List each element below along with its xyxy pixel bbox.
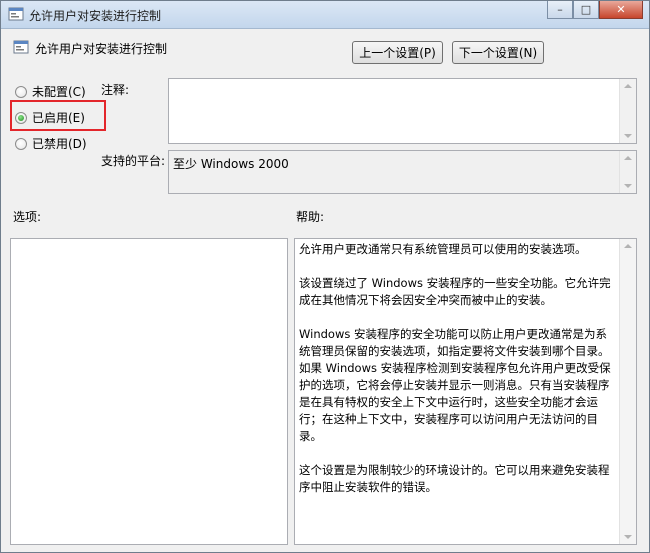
supported-platform-field: 至少 Windows 2000: [168, 150, 637, 194]
radio-button[interactable]: [15, 85, 27, 98]
help-text: 允许用户更改通常只有系统管理员可以使用的安装选项。 该设置绕过了 Windows…: [299, 241, 617, 513]
title-bar[interactable]: 允许用户对安装进行控制 – □ ✕: [1, 1, 649, 29]
maximize-button[interactable]: □: [573, 1, 599, 19]
help-pane[interactable]: 允许用户更改通常只有系统管理员可以使用的安装选项。 该设置绕过了 Windows…: [294, 238, 637, 545]
policy-window: 允许用户对安装进行控制 – □ ✕ 允许用户对安装进行控制 上一个设置(P) 下…: [0, 0, 650, 553]
help-paragraph: 该设置绕过了 Windows 安装程序的一些安全功能。它允许完成在其他情况下将会…: [299, 276, 611, 307]
scroll-down-icon[interactable]: [624, 184, 632, 188]
highlight-annotation-box: [10, 100, 106, 131]
comment-textarea[interactable]: [168, 78, 637, 144]
platform-scrollbar[interactable]: [619, 151, 636, 193]
policy-setting-icon: [8, 7, 24, 21]
options-pane: [10, 238, 288, 545]
options-label: 选项:: [13, 210, 42, 224]
comment-label: 注释:: [101, 83, 130, 97]
policy-title: 允许用户对安装进行控制: [35, 42, 168, 56]
comment-scrollbar[interactable]: [619, 79, 636, 143]
help-paragraph: 这个设置是为限制较少的环境设计的。它可以用来避免安装程序中阻止安装软件的错误。: [299, 463, 610, 494]
policy-setting-icon: [13, 40, 29, 54]
minimize-icon: –: [557, 3, 563, 16]
scroll-up-icon[interactable]: [624, 156, 632, 160]
window-title: 允许用户对安装进行控制: [29, 9, 162, 23]
radio-label: 未配置(C): [32, 85, 86, 99]
radio-not-configured[interactable]: 未配置(C): [15, 83, 86, 100]
window-controls: – □ ✕: [547, 1, 643, 20]
minimize-button[interactable]: –: [547, 1, 573, 19]
scroll-up-icon[interactable]: [624, 244, 632, 248]
close-button[interactable]: ✕: [599, 1, 643, 19]
next-setting-button[interactable]: 下一个设置(N): [452, 41, 544, 64]
radio-button[interactable]: [15, 137, 27, 150]
scroll-down-icon[interactable]: [624, 535, 632, 539]
scroll-down-icon[interactable]: [624, 134, 632, 138]
previous-setting-button[interactable]: 上一个设置(P): [352, 41, 443, 64]
supported-platform-label: 支持的平台:: [101, 154, 166, 168]
radio-disabled[interactable]: 已禁用(D): [15, 135, 87, 152]
maximize-icon: □: [580, 3, 592, 16]
help-paragraph: 允许用户更改通常只有系统管理员可以使用的安装选项。: [299, 242, 587, 256]
radio-label: 已禁用(D): [32, 137, 87, 151]
close-icon: ✕: [616, 3, 626, 16]
help-paragraph: Windows 安装程序的安全功能可以防止用户更改通常是为系统管理员保留的安装选…: [299, 327, 611, 443]
help-scrollbar[interactable]: [619, 239, 636, 544]
help-label: 帮助:: [296, 210, 325, 224]
scroll-up-icon[interactable]: [624, 84, 632, 88]
supported-platform-value: 至少 Windows 2000: [173, 157, 289, 171]
